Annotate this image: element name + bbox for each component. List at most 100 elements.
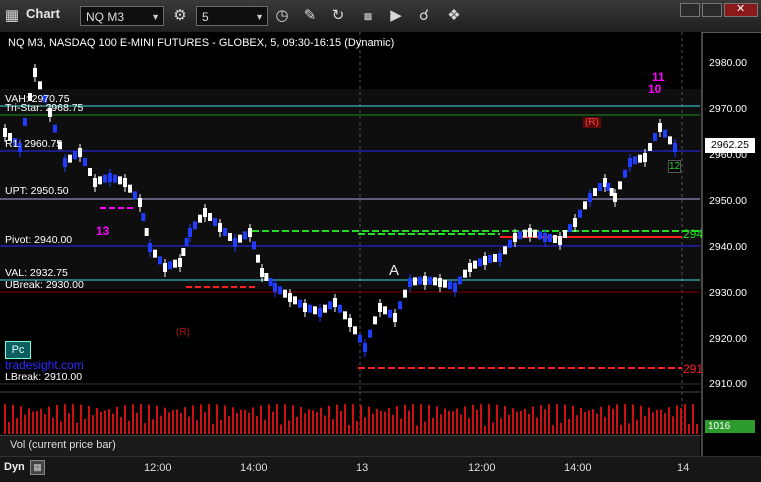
volume-bar	[372, 413, 374, 434]
volume-bar	[248, 412, 250, 434]
pc-button[interactable]: Pc	[5, 341, 31, 359]
clock-icon[interactable]: ◷	[272, 6, 292, 26]
candle-body	[98, 176, 102, 185]
candle-body	[73, 151, 77, 160]
volume-bar	[120, 417, 122, 434]
price-chart[interactable]: NQ M3, NASDAQ 100 E-MINI FUTURES - GLOBE…	[0, 32, 761, 458]
volume-bar	[224, 405, 226, 434]
link-icon[interactable]: ❖	[444, 6, 464, 26]
maximize-button[interactable]	[702, 3, 722, 17]
candle-body	[328, 301, 332, 310]
volume-bar	[660, 409, 662, 434]
refresh-icon[interactable]: ↻	[328, 6, 348, 26]
volume-bar	[312, 410, 314, 434]
volume-bar	[260, 405, 262, 434]
volume-bar	[32, 411, 34, 434]
candle-body	[568, 224, 572, 232]
volume-bar	[228, 416, 230, 434]
candle-body	[418, 276, 422, 285]
price-tick: 2910.00	[709, 378, 747, 390]
candle-body	[313, 306, 317, 315]
candle-body	[653, 133, 657, 141]
volume-bar	[512, 408, 514, 434]
candle-body	[3, 128, 7, 137]
volume-bar	[236, 412, 238, 434]
candle-body	[373, 316, 377, 325]
candle-body	[673, 143, 677, 152]
volume-bar	[256, 415, 258, 434]
volume-bar	[124, 405, 126, 434]
dyn-toggle-icon[interactable]: ▦	[30, 460, 45, 475]
search-icon[interactable]: ☌	[414, 6, 434, 26]
price-tick: 2950.00	[709, 195, 747, 207]
symbol-select[interactable]: NQ M3 ▼	[80, 6, 164, 26]
volume-bar	[516, 411, 518, 434]
volume-bar	[664, 412, 666, 434]
volume-bar	[268, 404, 270, 434]
candle-body	[533, 229, 537, 238]
volume-bar	[200, 404, 202, 434]
candle-body	[443, 279, 447, 288]
candle-body	[348, 318, 352, 327]
lbreak-label: LBreak: 2910.00	[5, 371, 83, 383]
volume-bar	[452, 411, 454, 434]
upt-label: UPT: 2950.50	[5, 185, 69, 197]
play-icon[interactable]: ▶	[386, 6, 406, 26]
candle-body	[93, 178, 97, 187]
volume-bar	[168, 412, 170, 434]
candle-body	[658, 123, 662, 132]
volume-bar	[376, 408, 378, 434]
candle-body	[184, 238, 189, 246]
candle-body	[138, 198, 142, 207]
volume-bar	[144, 423, 146, 434]
volume-bar	[68, 413, 70, 434]
candle-body	[578, 209, 582, 218]
candle-body	[433, 277, 437, 286]
interval-select[interactable]: 5 ▼	[196, 6, 268, 26]
candle-body	[264, 273, 269, 281]
price-tick: 2940.00	[709, 241, 747, 253]
volume-bar	[396, 406, 398, 434]
time-tick: 13	[356, 462, 369, 474]
candle-body	[508, 239, 512, 248]
candle-body	[233, 238, 237, 247]
r-marker-low: (R)	[176, 327, 190, 338]
r1-label: R1: 2960.75	[5, 138, 63, 150]
volume-bar	[244, 409, 246, 434]
indicator-icon[interactable]: ▩	[358, 6, 378, 26]
volume-bar	[692, 404, 694, 434]
volume-bar	[156, 405, 158, 434]
candle-body	[173, 259, 177, 268]
volume-bar	[444, 408, 446, 434]
volume-bar	[112, 413, 114, 434]
chevron-down-icon: ▼	[151, 12, 160, 22]
volume-bar	[560, 422, 562, 434]
minimize-button[interactable]	[680, 3, 700, 17]
volume-bar	[520, 410, 522, 434]
volume-bar	[252, 407, 254, 434]
chart-canvas	[0, 32, 703, 458]
volume-bar	[20, 406, 22, 434]
candle-body	[438, 278, 442, 287]
volume-bar	[504, 406, 506, 434]
candle-body	[181, 248, 186, 256]
candle-body	[68, 154, 72, 163]
pencil-icon[interactable]: ✎	[300, 6, 320, 26]
candle-body	[428, 276, 432, 285]
volume-bar	[264, 419, 266, 434]
volume-bar	[668, 407, 670, 434]
volume-bar	[448, 411, 450, 434]
settings-gear-icon[interactable]: ⚙	[170, 6, 190, 26]
candle-body	[256, 254, 260, 263]
volume-bar	[388, 408, 390, 434]
volume-bar	[644, 415, 646, 434]
volume-bar	[488, 404, 490, 434]
volume-bar	[464, 406, 466, 434]
volume-bar	[500, 418, 502, 434]
volume-bar	[344, 404, 346, 434]
close-button[interactable]: ✕	[724, 3, 758, 17]
volume-bar	[272, 411, 274, 434]
volume-bar	[436, 406, 438, 434]
volume-bar	[680, 408, 682, 434]
volume-bar	[440, 414, 442, 434]
